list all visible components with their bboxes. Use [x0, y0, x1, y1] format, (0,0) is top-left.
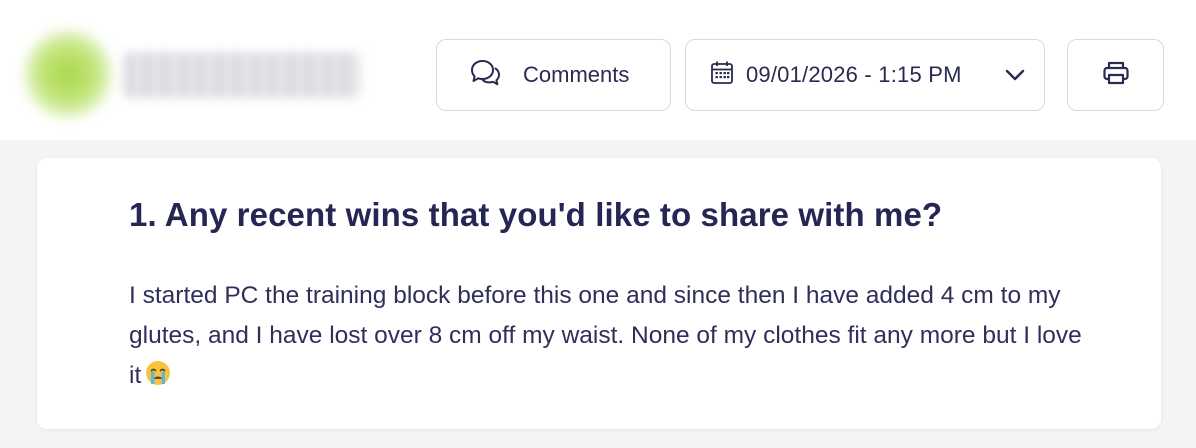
- chevron-down-icon[interactable]: [1004, 64, 1026, 91]
- answer-text-block: I started PC the training block before t…: [129, 276, 1089, 399]
- calendar-icon: [710, 60, 734, 91]
- comments-button[interactable]: Comments: [436, 39, 671, 111]
- date-value: 09/01/2026 - 1:15 PM: [746, 62, 962, 87]
- date-select[interactable]: 09/01/2026 - 1:15 PM: [685, 39, 1045, 111]
- speech-bubbles-icon: [469, 58, 501, 93]
- user-name-redacted: [124, 52, 360, 98]
- print-button[interactable]: [1067, 39, 1164, 111]
- avatar[interactable]: [24, 30, 112, 118]
- comments-label: Comments: [523, 62, 630, 87]
- question-card: 1. Any recent wins that you'd like to sh…: [37, 158, 1161, 429]
- crying-face-emoji: [145, 359, 171, 399]
- question-title: 1. Any recent wins that you'd like to sh…: [129, 196, 943, 233]
- top-bar: Comments 09/01/2026 - 1:15 PM: [0, 0, 1196, 140]
- answer-text: I started PC the training block before t…: [129, 282, 1082, 389]
- printer-icon: [1102, 60, 1130, 91]
